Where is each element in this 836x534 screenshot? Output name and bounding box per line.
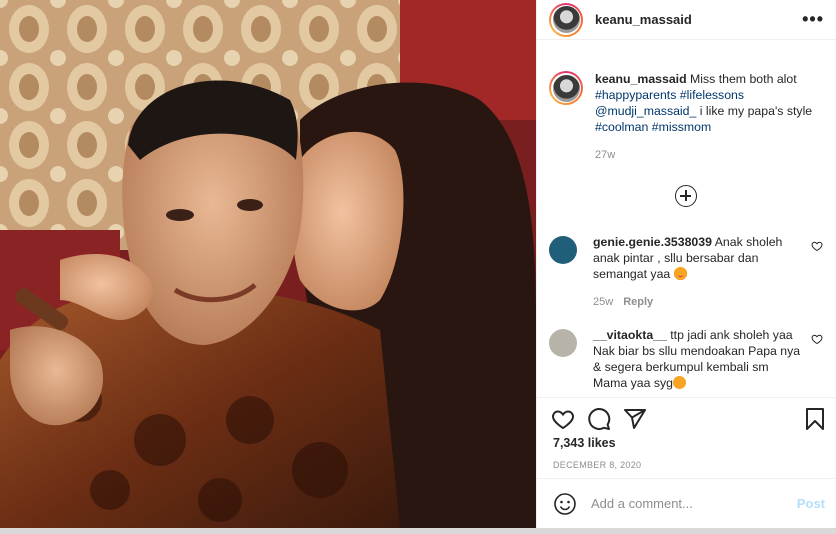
post-sidebar: keanu_massaid ••• keanu_massaid Miss the… [536,0,836,528]
mention-link[interactable]: @mudji_massaid_ [595,104,696,118]
post-header: keanu_massaid ••• [537,0,836,40]
caption-text: Miss them both alot [686,72,797,86]
commenter-avatar[interactable] [549,329,577,357]
caption-username[interactable]: keanu_massaid [595,72,687,86]
hashtag-link[interactable]: #happyparents [595,88,676,102]
likes-count[interactable]: 7,343 likes [553,436,616,450]
photo-illustration [0,0,536,528]
hashtag-link[interactable]: #coolman [595,120,648,134]
action-icons [537,398,836,436]
hashtag-link[interactable]: #lifelessons [680,88,744,102]
comment-input[interactable]: Add a comment... [591,496,797,511]
commenter-avatar[interactable] [549,236,577,264]
comment-username[interactable]: __vitaokta__ [593,328,667,342]
bookmark-icon[interactable] [803,407,827,431]
emoji-icon[interactable] [553,492,577,516]
instagram-post: keanu_massaid ••• keanu_massaid Miss the… [0,0,836,528]
hashtag-link[interactable]: #missmom [652,120,711,134]
profile-picture [552,6,580,33]
plus-circle-icon[interactable] [675,185,697,207]
comment-username[interactable]: genie.genie.3538039 [593,235,712,249]
avatar[interactable] [549,2,583,37]
comment-body: genie.genie.3538039 Anak sholeh anak pin… [593,234,803,310]
comment-timestamp: 25w [593,296,614,308]
profile-picture [552,74,580,102]
post-actions: 7,343 likes DECEMBER 8, 2020 [537,397,836,470]
comments-section[interactable]: keanu_massaid Miss them both alot #happy… [537,41,836,397]
add-comment-bar: Add a comment... Post [537,478,836,528]
post-photo[interactable] [0,0,536,528]
comment-heart-icon[interactable] [811,240,823,252]
comment-meta: 25w Reply [593,294,803,310]
caption-body: keanu_massaid Miss them both alot #happy… [595,71,825,163]
post-button[interactable]: Post [797,496,825,511]
comment-heart-icon[interactable] [811,333,823,345]
caption-text: i like my papa's style [696,104,813,118]
caption-timestamp: 27w [595,149,616,161]
comment-icon[interactable] [587,407,611,431]
comment-body: __vitaokta__ ttp jadi ank sholeh yaa Nak… [593,327,803,391]
hugging-emoji-icon [672,376,686,389]
page-bottom-strip [0,528,836,534]
comment-item: __vitaokta__ ttp jadi ank sholeh yaa Nak… [549,327,825,391]
reply-button[interactable]: Reply [623,296,653,308]
heart-icon[interactable] [551,407,575,431]
caption-avatar[interactable] [549,71,583,105]
more-options-icon[interactable]: ••• [802,10,824,28]
caption: keanu_massaid Miss them both alot #happy… [537,41,836,163]
heart-eyes-emoji-icon [673,267,687,280]
share-icon[interactable] [623,407,647,431]
post-date: DECEMBER 8, 2020 [553,460,642,470]
comment-item: genie.genie.3538039 Anak sholeh anak pin… [549,234,825,310]
header-username[interactable]: keanu_massaid [595,12,692,27]
